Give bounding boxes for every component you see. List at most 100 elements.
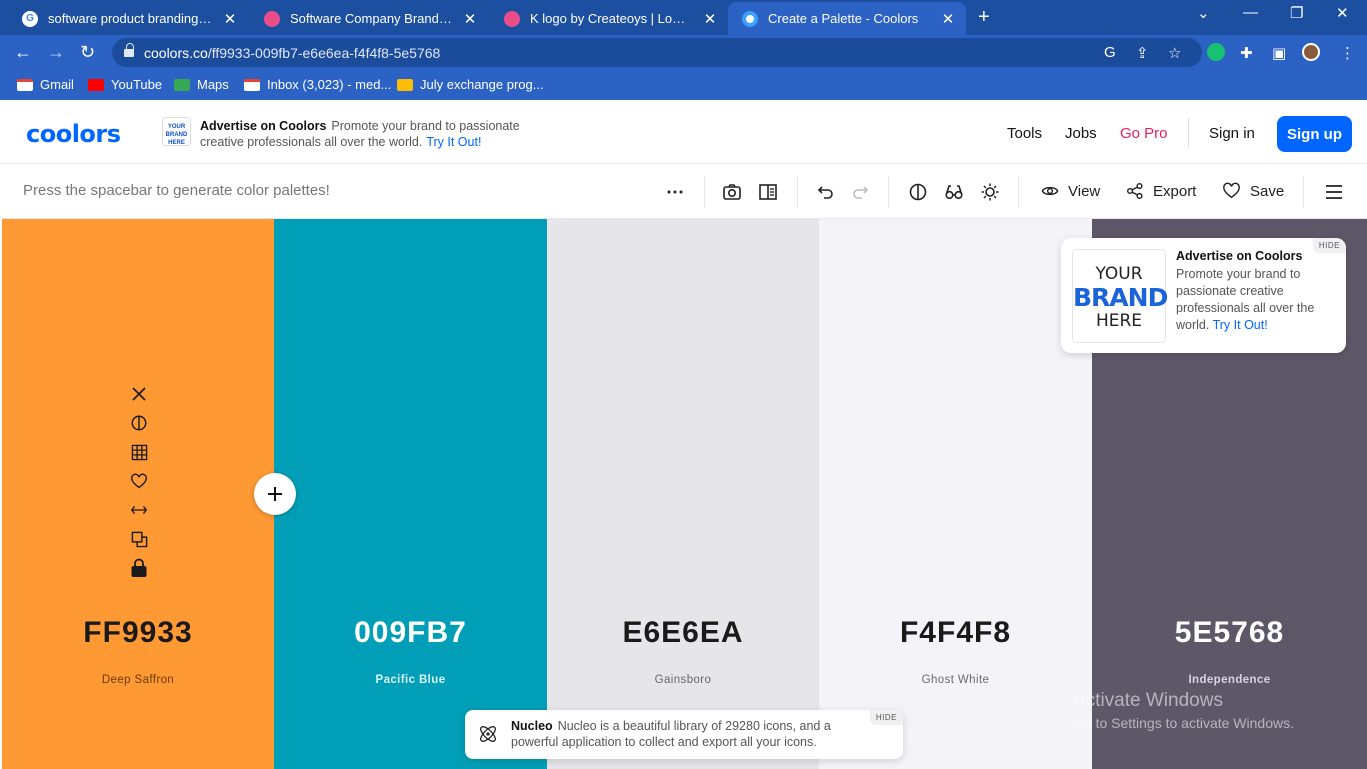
brightness-icon[interactable] xyxy=(980,182,1000,202)
gmail-icon xyxy=(244,78,260,91)
hamburger-menu-icon[interactable] xyxy=(1324,182,1344,202)
nav-tools[interactable]: Tools xyxy=(1007,125,1042,142)
new-tab-icon[interactable]: + xyxy=(978,6,990,29)
bookmark-july-exchange[interactable]: July exchange prog... xyxy=(397,77,544,92)
color-name[interactable]: Deep Saffron xyxy=(2,674,274,686)
shades-grid-icon[interactable] xyxy=(129,442,149,462)
hide-nucleo-button[interactable]: HIDE xyxy=(869,710,903,725)
ad-card-title: Advertise on Coolors xyxy=(1176,249,1303,263)
activate-windows-watermark: Activate Windows Go to Settings to activ… xyxy=(1073,690,1294,731)
color-name[interactable]: Pacific Blue xyxy=(274,674,547,686)
undo-icon[interactable] xyxy=(815,182,835,202)
camera-icon[interactable] xyxy=(722,182,742,202)
drag-handle-icon[interactable] xyxy=(129,500,149,520)
minimize-icon[interactable]: — xyxy=(1243,4,1258,21)
header-divider xyxy=(1188,118,1189,148)
url-field[interactable]: coolors.co/ff9933-009fb7-e6e6ea-f4f4f8-5… xyxy=(112,38,1202,67)
nav-go-pro[interactable]: Go Pro xyxy=(1120,125,1168,142)
add-color-button[interactable] xyxy=(254,473,296,515)
browser-tab[interactable]: Software Company Branding des ✕ xyxy=(250,2,488,35)
hide-ad-button[interactable]: HIDE xyxy=(1312,238,1346,253)
redo-icon[interactable] xyxy=(851,182,871,202)
brand-placeholder-image: YOUR BRAND HERE xyxy=(1072,249,1168,343)
copy-icon[interactable] xyxy=(129,529,149,549)
contrast-icon[interactable] xyxy=(908,182,928,202)
reload-icon[interactable]: ↻ xyxy=(80,42,95,63)
grammarly-icon[interactable] xyxy=(1207,43,1225,61)
close-window-icon[interactable]: ✕ xyxy=(1336,4,1349,22)
coolors-logo[interactable]: coolors xyxy=(26,120,121,148)
plus-icon xyxy=(268,487,282,501)
url-host: coolors.co xyxy=(144,44,208,61)
sponsor-ad-card[interactable]: YOUR BRAND HERE Advertise on Coolors Pro… xyxy=(1061,238,1346,353)
nav-jobs[interactable]: Jobs xyxy=(1065,125,1097,142)
header-ad-link[interactable]: Try It Out! xyxy=(426,135,481,149)
nucleo-text: Nucleo Nucleo is a beautiful library of 2… xyxy=(511,719,831,749)
color-swatch[interactable]: E6E6EA Gainsboro xyxy=(547,219,819,769)
bookmark-inbox[interactable]: Inbox (3,023) - med... xyxy=(244,77,391,92)
color-name[interactable]: Independence xyxy=(1092,674,1367,686)
restore-icon[interactable]: ❐ xyxy=(1290,4,1303,22)
more-options-icon[interactable] xyxy=(665,182,685,202)
eye-icon xyxy=(1041,186,1059,196)
header-ad[interactable]: Advertise on Coolors Promote your brand t… xyxy=(200,118,560,150)
close-tab-icon[interactable]: ✕ xyxy=(222,10,238,28)
dribbble-icon xyxy=(504,10,520,27)
bookmark-label: July exchange prog... xyxy=(420,77,544,92)
share-icon[interactable]: ⇪ xyxy=(1136,44,1149,62)
gmail-icon xyxy=(17,78,33,91)
sign-in-link[interactable]: Sign in xyxy=(1209,125,1255,142)
browser-tab[interactable]: K logo by Createoys | Logo Des ✕ xyxy=(490,2,728,35)
avatar[interactable] xyxy=(1302,43,1320,61)
close-tab-icon[interactable]: ✕ xyxy=(462,10,478,28)
side-panel-icon[interactable]: ▣ xyxy=(1272,44,1286,62)
generator-toolbar: Press the spacebar to generate color pal… xyxy=(0,164,1367,219)
save-button[interactable]: Save xyxy=(1222,182,1284,200)
toolbar-divider xyxy=(888,176,889,208)
color-hex[interactable]: FF9933 xyxy=(2,616,274,650)
contrast-icon[interactable] xyxy=(129,413,149,433)
atom-icon xyxy=(480,726,496,742)
color-hex[interactable]: E6E6EA xyxy=(547,616,819,650)
sign-up-button[interactable]: Sign up xyxy=(1277,116,1352,152)
bookmark-gmail[interactable]: Gmail xyxy=(17,77,74,92)
lock-icon[interactable] xyxy=(129,558,149,578)
back-icon[interactable]: ← xyxy=(14,42,32,63)
google-lens-icon[interactable]: G xyxy=(1104,44,1116,61)
heart-icon[interactable] xyxy=(129,471,149,491)
toolbar-divider xyxy=(704,176,705,208)
bookmark-label: Inbox (3,023) - med... xyxy=(267,77,392,92)
ad-thumbnail[interactable]: YOUR BRAND HERE xyxy=(162,117,191,146)
remove-icon[interactable] xyxy=(129,384,149,404)
bookmark-label: Gmail xyxy=(40,77,74,92)
export-button[interactable]: Export xyxy=(1126,182,1196,200)
close-tab-icon[interactable]: ✕ xyxy=(702,10,718,28)
glasses-icon[interactable] xyxy=(944,182,964,202)
menu-kebab-icon[interactable]: ⋮ xyxy=(1340,44,1355,62)
view-button[interactable]: View xyxy=(1041,182,1100,200)
color-name[interactable]: Ghost White xyxy=(819,674,1092,686)
color-swatch[interactable]: FF9933 Deep Saffron xyxy=(2,219,274,769)
color-hex[interactable]: F4F4F8 xyxy=(819,616,1092,650)
tab-search-icon[interactable]: ⌄ xyxy=(1197,4,1210,22)
nucleo-ad-banner[interactable]: Nucleo Nucleo is a beautiful library of 2… xyxy=(465,710,903,759)
layout-icon[interactable] xyxy=(758,182,778,202)
color-hex[interactable]: 009FB7 xyxy=(274,616,547,650)
color-name[interactable]: Gainsboro xyxy=(547,674,819,686)
browser-tab[interactable]: G software product branding - Goo ✕ xyxy=(8,2,248,35)
close-tab-icon[interactable]: ✕ xyxy=(940,10,956,28)
color-swatch[interactable]: F4F4F8 Ghost White xyxy=(819,219,1092,769)
color-hex[interactable]: 5E5768 xyxy=(1092,616,1367,650)
tab-title: Software Company Branding des xyxy=(290,11,452,26)
export-label: Export xyxy=(1153,182,1197,200)
bookmark-youtube[interactable]: YouTube xyxy=(88,77,162,92)
bookmark-maps[interactable]: Maps xyxy=(174,77,229,92)
bookmark-star-icon[interactable]: ☆ xyxy=(1168,44,1181,62)
view-label: View xyxy=(1068,182,1101,200)
color-swatch[interactable]: 009FB7 Pacific Blue xyxy=(274,219,547,769)
save-label: Save xyxy=(1250,182,1285,200)
forward-icon[interactable]: → xyxy=(47,42,65,63)
extensions-icon[interactable]: ✚ xyxy=(1240,44,1253,62)
browser-tab-active[interactable]: Create a Palette - Coolors ✕ xyxy=(728,2,966,35)
ad-card-link[interactable]: Try It Out! xyxy=(1213,318,1268,332)
